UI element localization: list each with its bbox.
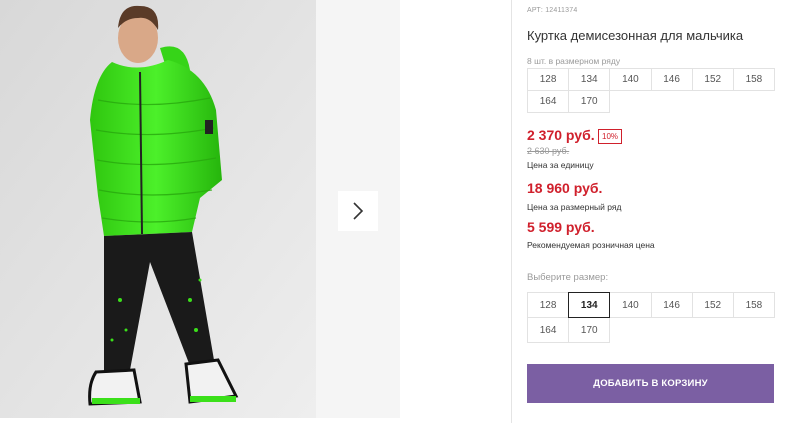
retail-price: 5 599 руб. xyxy=(527,219,595,235)
size-option-170[interactable]: 170 xyxy=(568,317,611,343)
pack-size-cell: 134 xyxy=(568,68,611,91)
pack-size-note: 8 шт. в размерном ряду xyxy=(527,56,621,66)
unit-price-caption: Цена за единицу xyxy=(527,160,594,170)
pack-size-cell: 158 xyxy=(732,68,775,91)
add-to-cart-button[interactable]: ДОБАВИТЬ В КОРЗИНУ xyxy=(527,364,774,403)
unit-price: 2 370 руб. xyxy=(527,127,595,143)
size-option-140[interactable]: 140 xyxy=(609,292,652,318)
pack-size-cell: 128 xyxy=(527,68,570,91)
size-option-152[interactable]: 152 xyxy=(691,292,734,318)
pack-price: 18 960 руб. xyxy=(527,180,603,196)
pack-size-cell: 140 xyxy=(609,68,652,91)
product-photo xyxy=(0,0,316,418)
product-gallery[interactable] xyxy=(0,0,316,418)
size-option-158[interactable]: 158 xyxy=(732,292,775,318)
pack-size-cell: 170 xyxy=(568,90,611,113)
pack-price-caption: Цена за размерный ряд xyxy=(527,202,622,212)
discount-badge: 10% xyxy=(598,129,623,144)
gallery-next-button[interactable] xyxy=(338,191,378,231)
choose-size-label: Выберите размер: xyxy=(527,272,609,283)
column-divider xyxy=(511,0,512,423)
size-option-164[interactable]: 164 xyxy=(527,317,570,343)
retail-price-caption: Рекомендуемая розничная цена xyxy=(527,240,655,250)
chevron-right-icon xyxy=(353,202,364,220)
old-price: 2 630 руб. xyxy=(527,146,570,156)
size-option-134[interactable]: 134 xyxy=(568,292,611,318)
pack-size-cell: 146 xyxy=(650,68,693,91)
pack-size-cell: 164 xyxy=(527,90,570,113)
size-option-146[interactable]: 146 xyxy=(650,292,693,318)
pack-size-cell: 152 xyxy=(691,68,734,91)
size-selector: 128 134 140 146 152 158 164 170 xyxy=(527,292,775,343)
pack-size-grid: 128 134 140 146 152 158 164 170 xyxy=(527,68,775,113)
article-number: АРТ: 12411374 xyxy=(527,7,578,14)
product-page: АРТ: 12411374 Куртка демисезонная для ма… xyxy=(0,0,800,423)
product-title: Куртка демисезонная для мальчика xyxy=(527,28,744,43)
size-option-128[interactable]: 128 xyxy=(527,292,570,318)
